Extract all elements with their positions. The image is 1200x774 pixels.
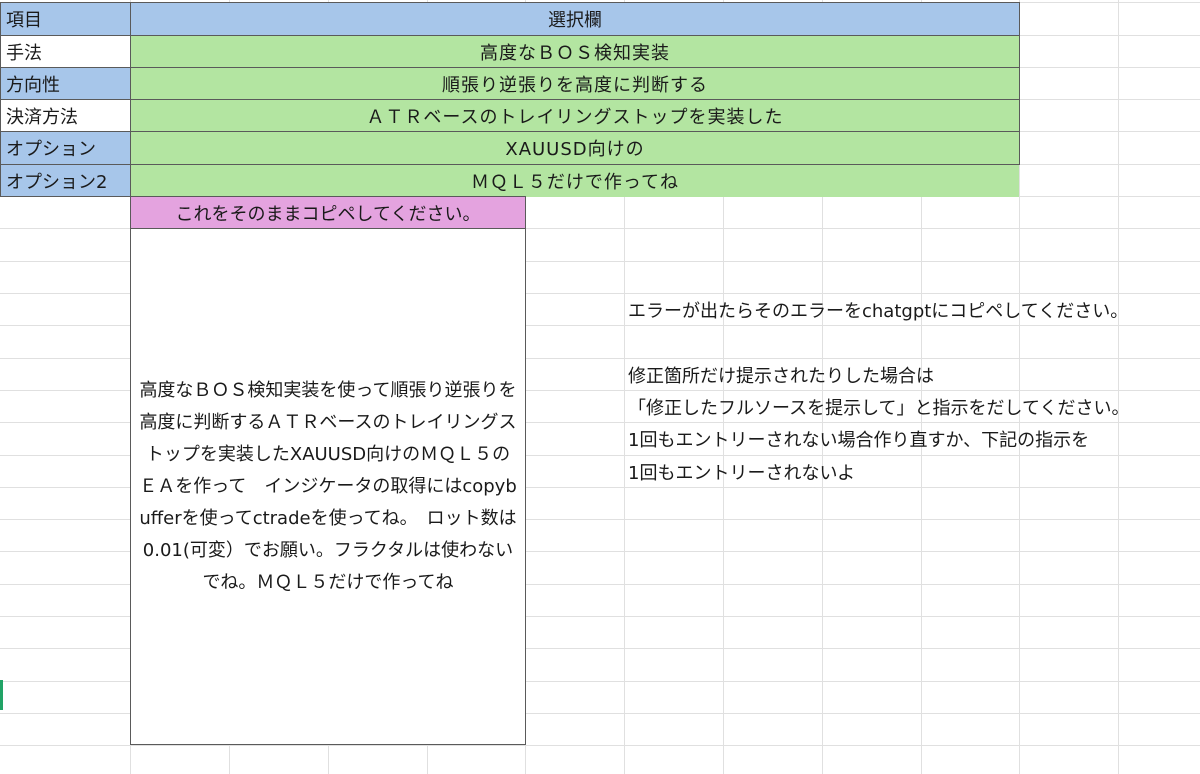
row-value-text: 高度なＢＯＳ検知実装: [480, 42, 670, 64]
row-value-method[interactable]: 高度なＢＯＳ検知実装: [130, 35, 1020, 68]
row-value-text: ＭＱＬ５だけで作ってね: [470, 172, 680, 193]
note-no-entry-instruction: 1回もエントリーされないよ: [628, 463, 856, 484]
note-error-line: エラーが出たらそのエラーをchatgptにコピペしてください。: [628, 301, 1129, 322]
row-label-text: オプション: [6, 139, 96, 160]
row-value-direction[interactable]: 順張り逆張りを高度に判断する: [130, 67, 1020, 100]
row-value-exit-method[interactable]: ＡＴＲベースのトレイリングストップを実装した: [130, 99, 1020, 132]
note-no-entry-line: 1回もエントリーされない場合作り直すか、下記の指示を: [628, 430, 1090, 451]
row-label-direction[interactable]: 方向性: [0, 67, 131, 100]
copy-instruction-title[interactable]: これをそのままコピペしてください。: [130, 196, 526, 229]
row-label-option[interactable]: オプション: [0, 131, 131, 165]
header-selection-text: 選択欄: [548, 10, 602, 31]
header-item-text: 項目: [6, 10, 42, 31]
row-value-text: XAUUSD向けの: [505, 139, 645, 160]
row-value-text: 順張り逆張りを高度に判断する: [442, 74, 708, 96]
prompt-text: 高度なＢＯＳ検知実装を使って順張り逆張りを高度に判断するＡＴＲベースのトレイリン…: [139, 379, 517, 593]
copy-instruction-text: これをそのままコピペしてください。: [175, 203, 481, 225]
header-item-cell[interactable]: 項目: [0, 2, 131, 36]
note-partial-fix-line: 修正箇所だけ提示されたりした場合は: [628, 366, 934, 387]
row-value-option2[interactable]: ＭＱＬ５だけで作ってね: [131, 165, 1019, 197]
row-label-option2[interactable]: オプション2: [0, 164, 131, 197]
row-label-text: オプション2: [6, 171, 108, 193]
prompt-cell[interactable]: 高度なＢＯＳ検知実装を使って順張り逆張りを高度に判断するＡＴＲベースのトレイリン…: [130, 228, 526, 745]
row-label-text: 手法: [6, 42, 42, 64]
row-label-exit-method[interactable]: 決済方法: [0, 99, 131, 132]
selection-indicator: [0, 680, 3, 710]
row-label-text: 決済方法: [6, 106, 78, 128]
row-value-option[interactable]: XAUUSD向けの: [130, 131, 1020, 165]
header-selection-cell[interactable]: 選択欄: [130, 2, 1020, 36]
row-label-text: 方向性: [6, 74, 60, 96]
note-full-source-line: 「修正したフルソースを提示して」と指示をだしてください。: [628, 398, 1130, 419]
row-value-text: ＡＴＲベースのトレイリングストップを実装した: [366, 106, 784, 128]
row-label-method[interactable]: 手法: [0, 35, 131, 68]
